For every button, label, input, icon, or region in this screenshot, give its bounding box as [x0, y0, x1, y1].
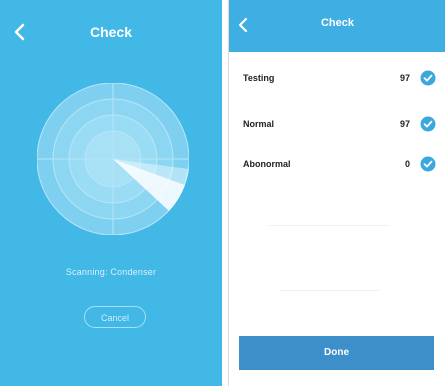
result-value: 0	[404, 159, 410, 169]
result-value: 97	[399, 73, 410, 83]
done-button[interactable]: Done	[239, 336, 434, 370]
result-label: Abonormal	[243, 159, 291, 169]
result-screen: Check Testing 97 Normal 97 Abonormal 0 D…	[228, 0, 445, 386]
result-header: Check	[229, 0, 445, 52]
result-row-normal: Normal 97	[243, 116, 438, 136]
result-label: Normal	[243, 119, 275, 129]
result-label: Testing	[243, 73, 275, 83]
divider	[279, 290, 379, 291]
check-circle-icon	[420, 70, 436, 86]
scan-header: Check	[0, 0, 222, 66]
scan-screen: Check Scanning: Condenser Cancel	[0, 0, 222, 386]
scanning-status: Scanning: Condenser	[65, 267, 157, 277]
result-row-abnormal: Abonormal 0	[243, 156, 438, 176]
radar-scanner	[37, 83, 189, 235]
check-circle-icon	[420, 116, 436, 132]
result-title: Check	[320, 17, 355, 29]
scan-title: Check	[89, 24, 133, 40]
divider	[269, 225, 389, 226]
cancel-button[interactable]: Cancel	[84, 306, 146, 328]
result-row-testing: Testing 97	[243, 70, 438, 90]
result-value: 97	[399, 119, 410, 129]
check-circle-icon	[420, 156, 436, 172]
